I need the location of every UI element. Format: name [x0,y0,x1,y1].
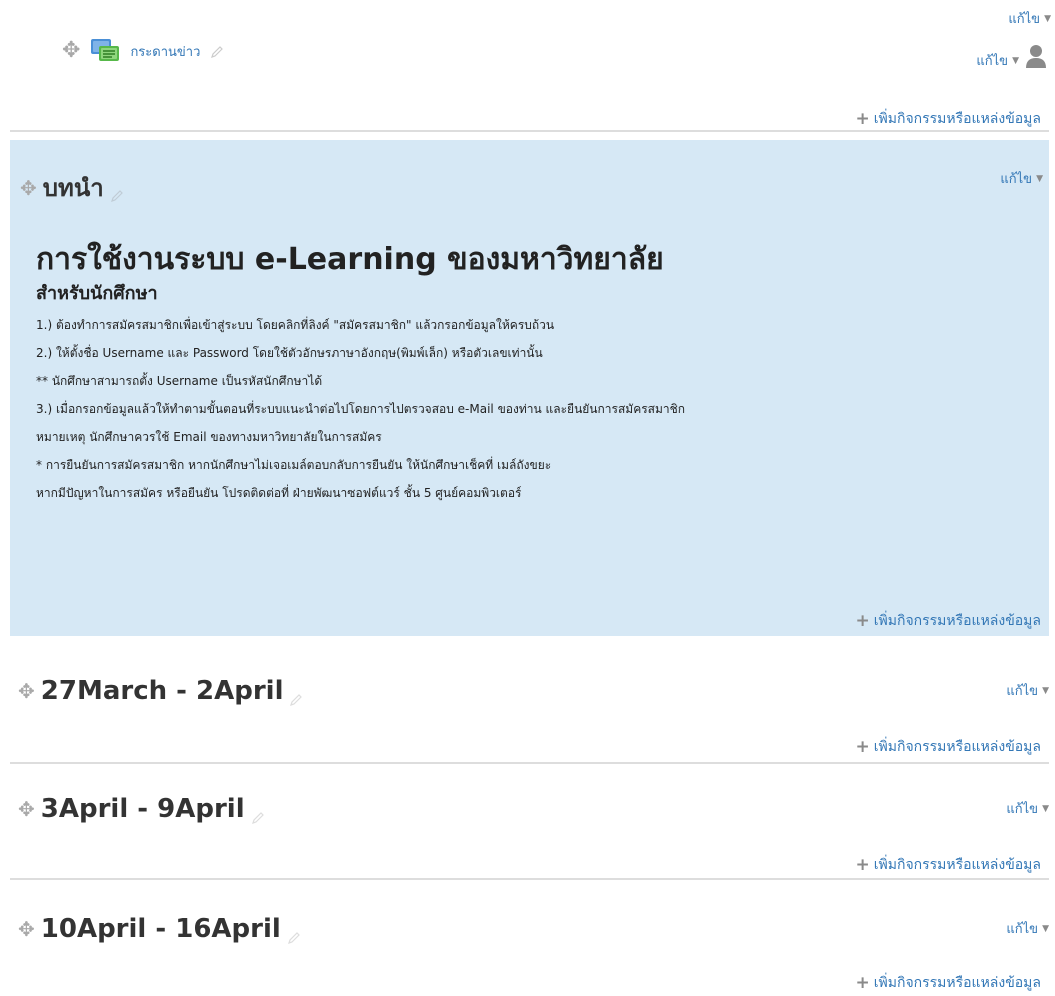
edit-title-pencil-icon[interactable] [287,922,301,944]
edit-label: แก้ไข [1006,802,1039,817]
caret-down-icon: ▼ [1042,923,1049,934]
move-icon[interactable]: ✥ [20,177,37,199]
section-edit-menu[interactable]: แก้ไข ▼ [1000,168,1043,189]
plus-icon: + [855,973,870,993]
add-activity-label: เพิ่มกิจกรรมหรือแหล่งข้อมูล [873,857,1041,873]
add-activity-button[interactable]: + เพิ่มกิจกรรมหรือแหล่งข้อมูล [855,854,1041,876]
edit-title-pencil-icon[interactable] [289,684,303,706]
caret-down-icon: ▼ [1042,803,1049,814]
move-icon[interactable]: ✥ [18,798,35,820]
plus-icon: + [855,855,870,875]
instruction-line: ** นักศึกษาสามารถตั้ง Username เป็นรหัสน… [36,374,323,388]
edit-label: แก้ไข [1008,12,1041,27]
forum-icon [90,38,120,64]
add-activity-button[interactable]: + เพิ่มกิจกรรมหรือแหล่งข้อมูล [855,736,1041,758]
activity-row: ✥ กระดานข่าว [62,38,224,64]
section-title-text: บทนำ [42,174,104,202]
forum-activity-link[interactable]: กระดานข่าว [130,41,200,62]
edit-label: แก้ไข [1000,172,1033,187]
intro-section: ✥ บทนำ แก้ไข ▼ การใช้งานระบบ e-Learning … [10,140,1049,636]
user-icon[interactable] [1025,44,1047,68]
instruction-line: หากมีปัญหาในการสมัคร หรือยืนยัน โปรดติดต… [36,486,522,500]
edit-title-pencil-icon[interactable] [110,181,124,202]
edit-label: แก้ไข [1006,922,1039,937]
caret-down-icon: ▼ [1042,685,1049,696]
section-title: ✥ 10April - 16April [18,914,301,944]
move-icon[interactable]: ✥ [62,40,80,62]
plus-icon: + [855,611,870,631]
week-title: 10April - 16April [40,914,281,944]
add-activity-button[interactable]: + เพิ่มกิจกรรมหรือแหล่งข้อมูล [855,108,1041,130]
instruction-line: หมายเหตุ นักศึกษาควรใช้ Email ของทางมหาว… [36,430,382,444]
edit-label: แก้ไข [1006,684,1039,699]
caret-down-icon: ▼ [1036,173,1043,184]
edit-label: แก้ไข [976,54,1009,69]
section-divider [10,878,1049,880]
instruction-line: * การยืนยันการสมัครสมาชิก หากนักศึกษาไม่… [36,458,552,472]
week-title: 27March - 2April [40,676,284,706]
move-icon[interactable]: ✥ [18,680,35,702]
caret-down-icon: ▼ [1044,13,1051,24]
instruction-line: 3.) เมื่อกรอกข้อมูลแล้วให้ทำตามขั้นตอนที… [36,402,686,416]
section-edit-menu[interactable]: แก้ไข ▼ [1008,8,1051,29]
activity-edit-menu[interactable]: แก้ไข ▼ [976,50,1019,71]
section-divider [10,130,1049,132]
instruction-line: 1.) ต้องทำการสมัครสมาชิกเพื่อเข้าสู่ระบบ… [36,318,555,332]
plus-icon: + [855,109,870,129]
instruction-line: 2.) ให้ตั้งชื่อ Username และ Password โด… [36,346,543,360]
plus-icon: + [855,737,870,757]
caret-down-icon: ▼ [1012,55,1019,66]
intro-subheading: สำหรับนักศึกษา [36,283,158,304]
section-edit-menu[interactable]: แก้ไข ▼ [1006,798,1049,819]
add-activity-label: เพิ่มกิจกรรมหรือแหล่งข้อมูล [873,111,1041,127]
edit-title-pencil-icon[interactable] [251,802,265,824]
add-activity-button[interactable]: + เพิ่มกิจกรรมหรือแหล่งข้อมูล [855,972,1041,994]
move-icon[interactable]: ✥ [18,918,35,940]
edit-title-pencil-icon[interactable] [210,44,224,58]
intro-heading: การใช้งานระบบ e-Learning ของมหาวิทยาลัย [36,242,664,277]
intro-instructions: 1.) ต้องทำการสมัครสมาชิกเพื่อเข้าสู่ระบบ… [36,318,685,514]
section-title: ✥ 27March - 2April [18,676,303,706]
week-title: 3April - 9April [40,794,245,824]
add-activity-label: เพิ่มกิจกรรมหรือแหล่งข้อมูล [873,739,1041,755]
add-activity-label: เพิ่มกิจกรรมหรือแหล่งข้อมูล [873,975,1041,991]
add-activity-button[interactable]: + เพิ่มกิจกรรมหรือแหล่งข้อมูล [855,610,1041,632]
section-title: ✥ 3April - 9April [18,794,265,824]
section-edit-menu[interactable]: แก้ไข ▼ [1006,918,1049,939]
section-edit-menu[interactable]: แก้ไข ▼ [1006,680,1049,701]
add-activity-label: เพิ่มกิจกรรมหรือแหล่งข้อมูล [873,613,1041,629]
section-divider [10,762,1049,764]
section-title: ✥ บทนำ [20,168,124,207]
